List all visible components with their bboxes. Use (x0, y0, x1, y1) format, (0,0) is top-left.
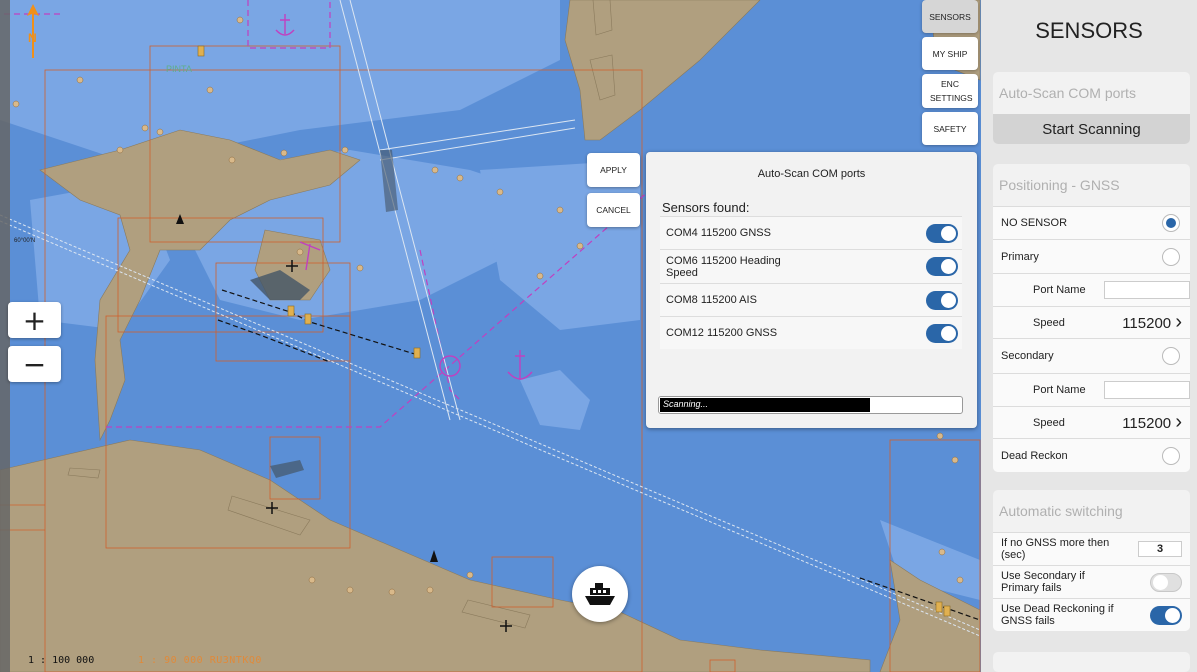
use-dead-reckoning-toggle[interactable] (1150, 605, 1182, 625)
sensor-enable-toggle[interactable] (926, 257, 958, 276)
dialog-title: Auto-Scan COM ports (757, 168, 866, 180)
secondary-port-row: Port Name (993, 373, 1190, 406)
secondary-option[interactable]: Secondary (993, 338, 1190, 373)
found-sensor-list: COM4 115200 GNSS COM6 115200 Heading Spe… (660, 216, 962, 349)
found-sensor-label: COM12 115200 GNSS (666, 327, 778, 339)
secondary-label: Secondary (1001, 350, 1054, 362)
positioning-heading: Positioning - GNSS (999, 177, 1120, 193)
no-gnss-timeout-row: If no GNSS more then (sec) 3 (993, 532, 1190, 565)
cell-scale-label: 1 : 90 000 RU3NTKQ0 (138, 655, 262, 666)
sensors-found-label: Sensors found: (662, 200, 750, 215)
positioning-card: Positioning - GNSS NO SENSOR Primary Por… (993, 164, 1190, 472)
zoom-out-button[interactable]: − (8, 346, 61, 382)
found-sensor-label: COM8 115200 AIS (666, 294, 757, 306)
switching-heading: Automatic switching (999, 503, 1123, 519)
port-name-label: Port Name (1033, 284, 1086, 296)
scan-progress-bar: Scanning... (658, 396, 963, 414)
use-secondary-toggle[interactable] (1150, 572, 1182, 592)
use-dead-reckoning-row: Use Dead Reckoning if GNSS fails (993, 598, 1190, 631)
tab-sensors[interactable]: SENSORS (922, 0, 978, 33)
chart-scale: 1 : 100 000 (28, 655, 95, 666)
primary-speed-value: 115200 › (1122, 311, 1182, 333)
speed-label: Speed (1033, 416, 1065, 429)
secondary-port-input[interactable] (1104, 381, 1190, 399)
primary-radio[interactable] (1162, 247, 1180, 266)
center-ship-button[interactable] (572, 566, 628, 622)
speed-label: Speed (1033, 316, 1065, 329)
svg-text:N: N (28, 31, 37, 45)
primary-port-row: Port Name (993, 273, 1190, 306)
sensor-enable-toggle[interactable] (926, 223, 958, 243)
secondary-radio[interactable] (1162, 347, 1180, 365)
tab-enc-settings[interactable]: ENC SETTINGS (922, 74, 978, 108)
dead-reckon-label: Dead Reckon (1001, 449, 1068, 462)
switching-card: Automatic switching If no GNSS more then… (993, 490, 1190, 631)
tab-safety[interactable]: SAFETY (922, 112, 978, 145)
sensor-enable-toggle[interactable] (926, 290, 958, 310)
dead-reckon-option[interactable]: Dead Reckon (993, 438, 1190, 472)
ship-icon (585, 583, 615, 605)
primary-port-input[interactable] (1104, 281, 1190, 299)
chevron-right-icon: › (1175, 311, 1182, 333)
found-sensor-row: COM4 115200 GNSS (660, 216, 962, 249)
primary-speed-row[interactable]: Speed 115200 › (993, 306, 1190, 338)
zoom-in-button[interactable]: + (8, 302, 61, 338)
secondary-speed-row[interactable]: Speed 115200 › (993, 406, 1190, 438)
no-gnss-timeout-input[interactable]: 3 (1138, 541, 1182, 557)
secondary-speed-value: 115200 › (1122, 411, 1182, 433)
cancel-button[interactable]: CANCEL (587, 193, 640, 227)
found-sensor-row: COM8 115200 AIS (660, 283, 962, 316)
latitude-label: 60°00'N (14, 238, 35, 244)
start-scanning-button[interactable]: Start Scanning (993, 114, 1190, 144)
no-sensor-option[interactable]: NO SENSOR (993, 206, 1190, 239)
apply-button[interactable]: APPLY (587, 153, 640, 187)
panel-title: SENSORS (1035, 18, 1143, 43)
no-gnss-timeout-label: If no GNSS more then (sec) (1001, 537, 1110, 561)
sensors-panel: SENSORS Auto-Scan COM ports Start Scanni… (981, 0, 1197, 672)
use-secondary-label: Use Secondary if Primary fails (1001, 570, 1085, 594)
found-sensor-label: COM6 115200 Heading Speed (666, 254, 781, 279)
place-label: PINTA (166, 64, 192, 74)
auto-scan-card: Auto-Scan COM ports Start Scanning (993, 72, 1190, 144)
chevron-right-icon: › (1175, 411, 1182, 433)
no-sensor-radio[interactable] (1162, 214, 1180, 232)
use-dead-reckoning-label: Use Dead Reckoning if GNSS fails (1001, 603, 1114, 627)
auto-scan-dialog: Auto-Scan COM ports Sensors found: COM4 … (646, 152, 977, 428)
auto-scan-heading: Auto-Scan COM ports (999, 85, 1136, 101)
tab-enc-settings-label: ENC SETTINGS (930, 79, 973, 103)
next-card (993, 652, 1190, 672)
dead-reckon-radio[interactable] (1162, 446, 1180, 465)
port-name-label: Port Name (1033, 384, 1086, 396)
sensor-enable-toggle[interactable] (926, 323, 958, 343)
found-sensor-label: COM4 115200 GNSS (666, 227, 771, 239)
scan-progress-text: Scanning... (663, 399, 709, 409)
found-sensor-row: COM6 115200 Heading Speed (660, 249, 962, 283)
primary-label: Primary (1001, 250, 1039, 263)
found-sensor-row: COM12 115200 GNSS (660, 316, 962, 349)
primary-option[interactable]: Primary (993, 239, 1190, 273)
north-arrow-icon: N (27, 4, 39, 58)
tab-my-ship[interactable]: MY SHIP (922, 37, 978, 70)
use-secondary-row: Use Secondary if Primary fails (993, 565, 1190, 598)
no-sensor-label: NO SENSOR (1001, 217, 1068, 229)
